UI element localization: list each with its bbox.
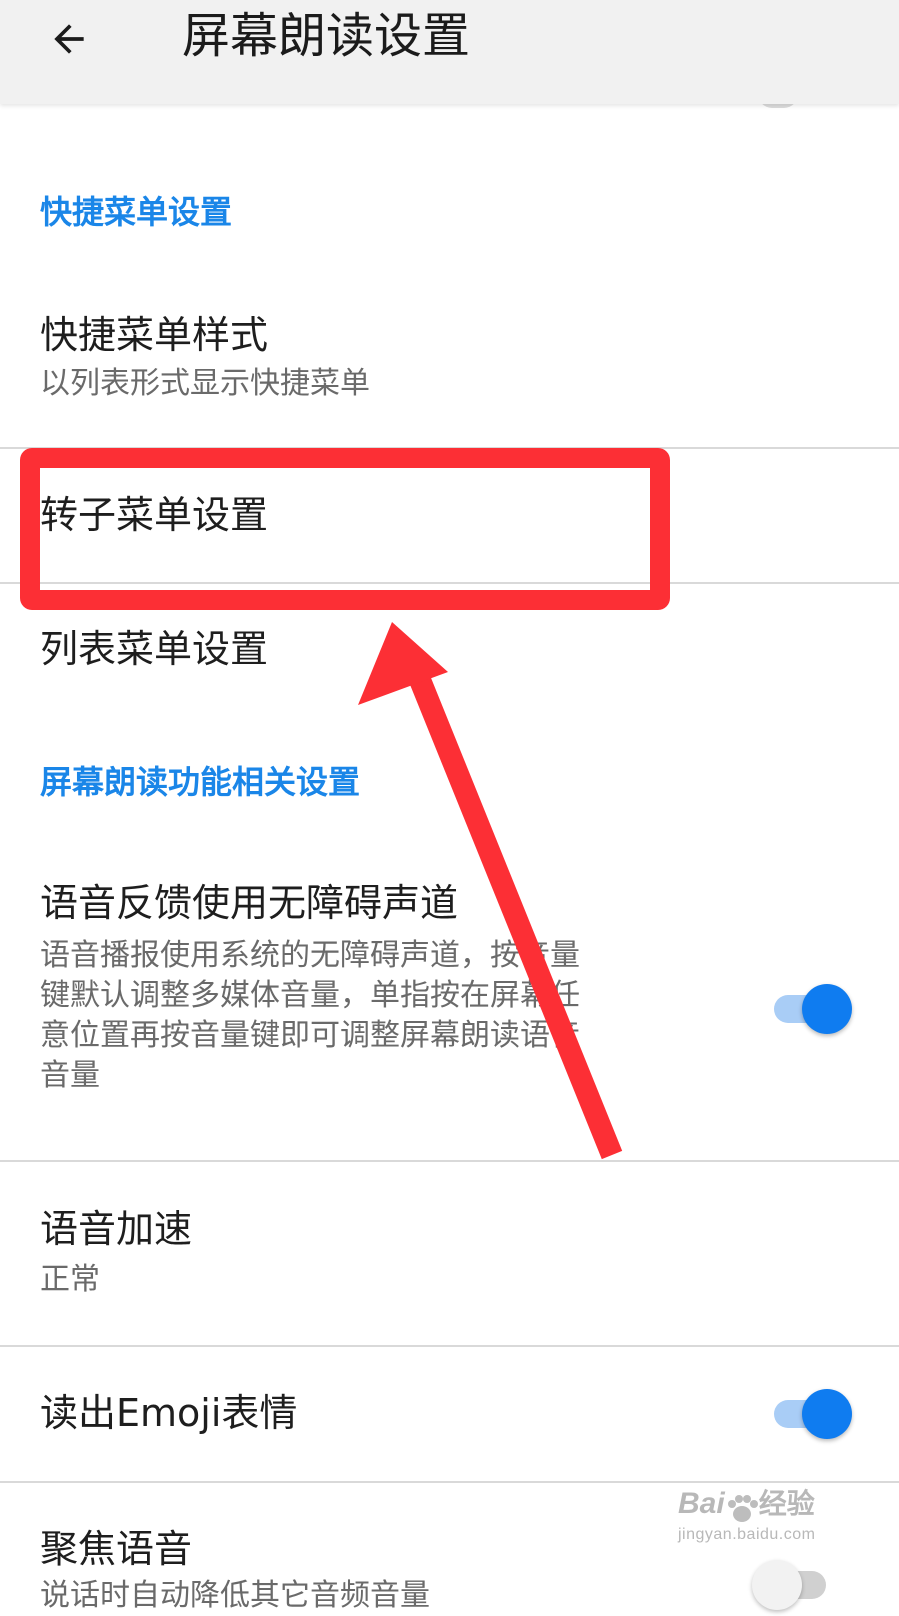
back-button[interactable] [38, 8, 100, 70]
toggle-thumb [802, 984, 852, 1034]
section-header-shortcut-menu: 快捷菜单设置 [40, 193, 233, 231]
watermark-brand: Bai [678, 1487, 725, 1520]
setting-subtitle-line: 音量 [40, 1058, 100, 1093]
setting-title: 列表菜单设置 [40, 627, 269, 671]
divider [0, 1345, 899, 1347]
paw-logo-icon [727, 1494, 758, 1522]
divider [0, 447, 899, 449]
setting-title: 语音反馈使用无障碍声道 [40, 881, 459, 925]
setting-title: 语音加速 [40, 1207, 193, 1251]
toggle-thumb [802, 1389, 852, 1439]
watermark-url: jingyan.baidu.com [678, 1525, 816, 1543]
toggle-thumb [752, 1560, 802, 1610]
page-title: 屏幕朗读设置 [182, 8, 471, 64]
section-header-screen-reader-functions: 屏幕朗读功能相关设置 [40, 763, 361, 801]
setting-title: 快捷菜单样式 [40, 313, 269, 357]
setting-subtitle: 以列表形式显示快捷菜单 [40, 366, 370, 401]
toggle-accessibility-channel[interactable] [770, 982, 856, 1036]
setting-title: 聚焦语音 [40, 1527, 193, 1571]
app-bar: 屏幕朗读设置 [0, 0, 899, 104]
setting-subtitle-line: 键默认调整多媒体音量，单指按在屏幕任 [40, 978, 580, 1013]
setting-title: 转子菜单设置 [40, 493, 269, 537]
setting-subtitle: 说话时自动降低其它音频音量 [40, 1578, 430, 1613]
toggle-read-emoji[interactable] [770, 1387, 856, 1441]
divider [0, 1160, 899, 1162]
divider [0, 582, 899, 584]
watermark-brand-suffix: 经验 [758, 1488, 815, 1519]
watermark: Bai 经验 jingyan.baidu.com [678, 1482, 858, 1544]
setting-title: 读出Emoji表情 [40, 1391, 298, 1435]
setting-subtitle: 正常 [40, 1262, 100, 1297]
setting-subtitle-line: 意位置再按音量键即可调整屏幕朗读语音 [40, 1018, 580, 1053]
arrow-left-icon [54, 24, 84, 54]
toggle-focus-speech[interactable] [752, 1558, 838, 1612]
setting-subtitle-line: 语音播报使用系统的无障碍声道，按音量 [40, 938, 580, 973]
